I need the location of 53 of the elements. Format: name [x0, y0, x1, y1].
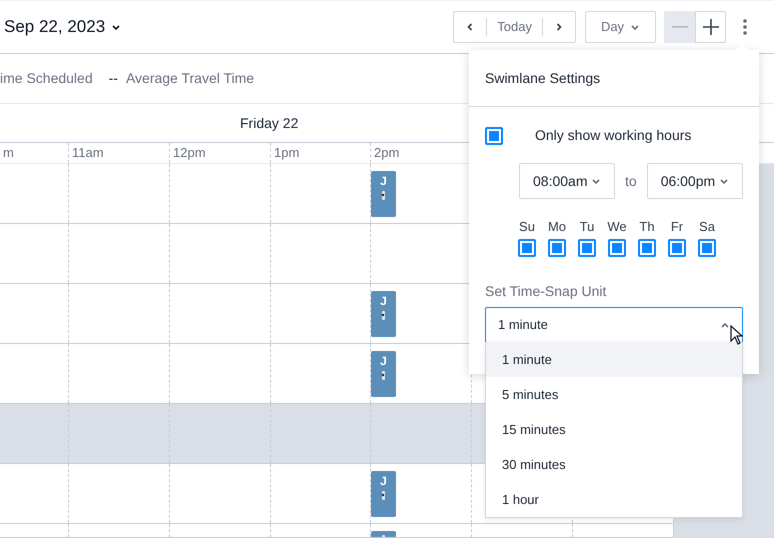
event-initial: J: [380, 475, 387, 487]
checkbox-label: Only show working hours: [535, 126, 692, 145]
popover-title: Swimlane Settings: [485, 68, 600, 88]
dropdown-option[interactable]: 1 minute: [486, 342, 742, 377]
hour-label: 12pm: [173, 145, 206, 160]
hour-label: 11am: [72, 145, 104, 160]
weekday-label: Th: [639, 219, 655, 235]
dropdown-option[interactable]: 5 minutes: [486, 377, 742, 412]
hour-label: 1pm: [274, 145, 300, 160]
chevron-icon: [720, 320, 730, 330]
time-dropdown[interactable]: 08:00am: [519, 163, 615, 199]
person-icon: [381, 491, 386, 500]
dropdown-option[interactable]: 15 minutes: [486, 412, 742, 447]
weekday-label: Tu: [580, 219, 594, 235]
kebab-icon: [743, 19, 747, 35]
chevron-right-icon: [555, 22, 563, 32]
chevron-left-icon: [466, 22, 474, 32]
event-initial: J: [380, 355, 387, 367]
range-separator: to: [625, 172, 637, 190]
weekday-label: Fr: [670, 219, 684, 235]
checkbox[interactable]: [578, 239, 596, 257]
person-icon: [381, 371, 386, 380]
today-button[interactable]: Today: [486, 18, 543, 36]
zoom-in-button[interactable]: [695, 11, 726, 43]
stat-label: Average Travel Time: [126, 69, 254, 88]
weekday-label: Mo: [548, 219, 566, 235]
weekday-label: Sa: [699, 219, 715, 235]
dropdown-option[interactable]: 30 minutes: [486, 447, 742, 482]
checkbox[interactable]: [668, 239, 686, 257]
minus-icon: [672, 26, 688, 28]
weekday-label: Su: [519, 219, 535, 235]
date-picker-button[interactable]: Sep 22, 2023: [4, 14, 122, 40]
stat-value: --: [108, 69, 118, 88]
view-dropdown[interactable]: Day: [585, 11, 656, 43]
event-initial: J: [380, 175, 387, 187]
hour-label: 2pm: [374, 145, 400, 160]
event-initial: J: [380, 295, 387, 307]
dropdown-option[interactable]: 1 hour: [486, 482, 742, 517]
person-icon: [381, 311, 386, 320]
day-heading: Friday 22: [240, 114, 298, 133]
checkbox[interactable]: [638, 239, 656, 257]
time-dropdown[interactable]: 06:00pm: [646, 163, 743, 199]
checkbox[interactable]: [485, 126, 503, 144]
checkbox[interactable]: [608, 239, 626, 257]
checkbox[interactable]: [698, 239, 716, 257]
plus-icon: [702, 19, 718, 35]
person-icon: [381, 191, 386, 200]
weekday-label: We: [607, 219, 627, 235]
stat-label: ime Scheduled: [0, 69, 93, 88]
snap-unit-label: Set Time-Snap Unit: [484, 282, 608, 301]
checkbox[interactable]: [548, 239, 566, 257]
hour-label: m: [3, 145, 14, 160]
checkbox[interactable]: [518, 239, 536, 257]
